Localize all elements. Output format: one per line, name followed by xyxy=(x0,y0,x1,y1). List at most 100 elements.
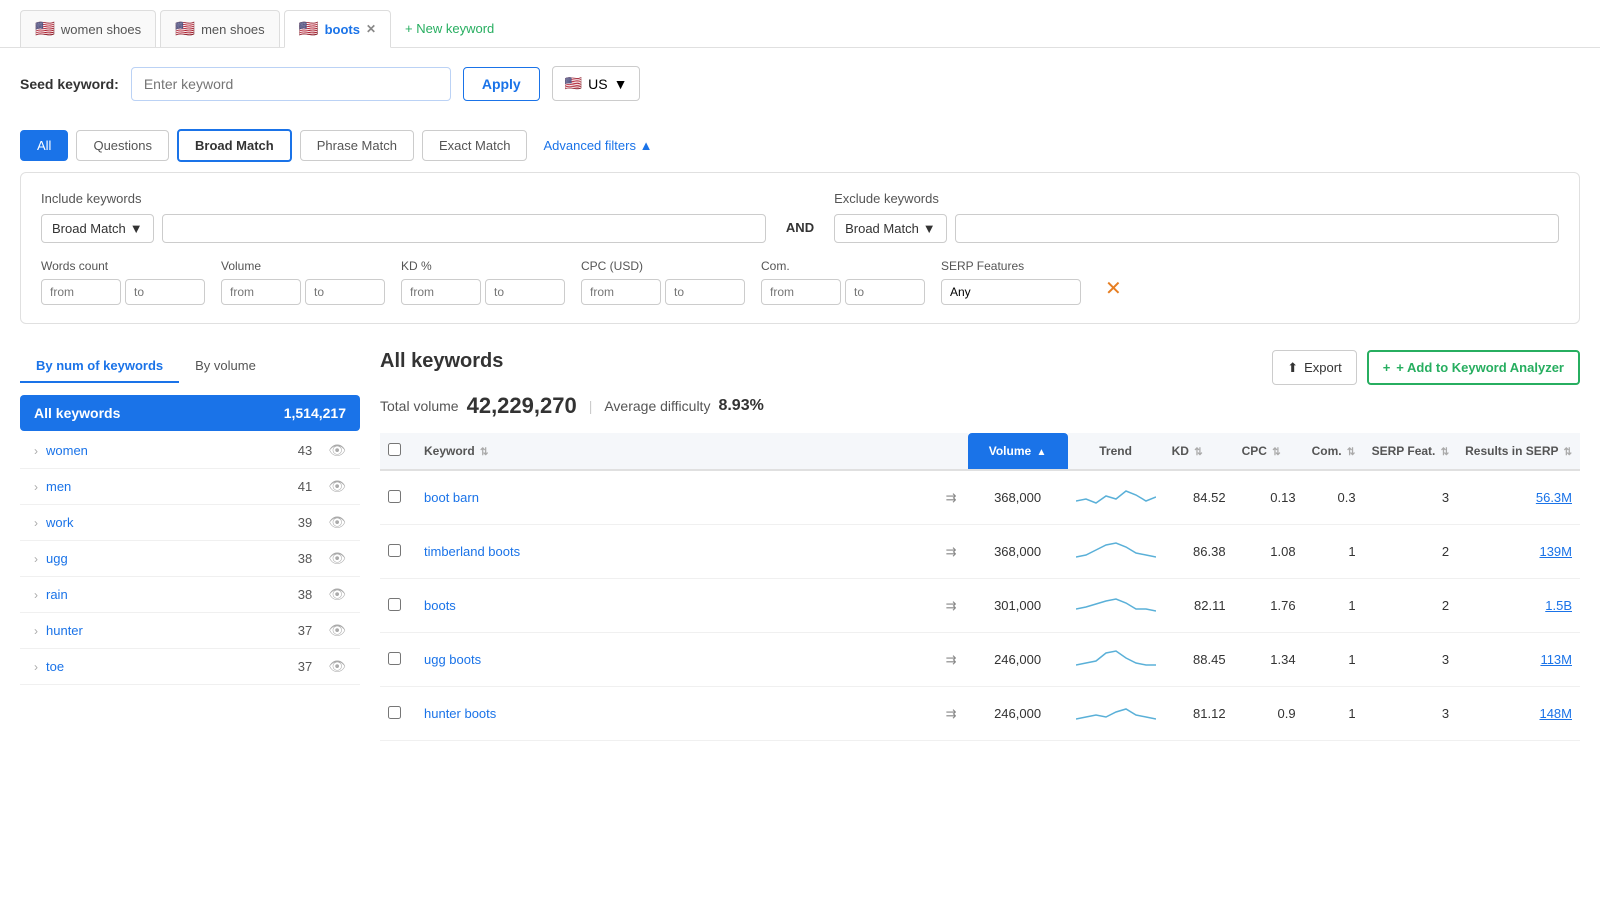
com-filter: Com. xyxy=(761,259,925,305)
keyword-link[interactable]: ugg boots xyxy=(424,652,481,667)
serp-features-icon[interactable]: ⇉ xyxy=(946,706,957,721)
words-count-from[interactable] xyxy=(41,279,121,305)
th-kd[interactable]: KD ⇅ xyxy=(1164,433,1234,470)
tab-men-shoes[interactable]: 🇺🇸 men shoes xyxy=(160,10,280,47)
seed-keyword-input[interactable] xyxy=(131,67,451,101)
filter-phrase-match[interactable]: Phrase Match xyxy=(300,130,414,161)
sidebar-item-ugg[interactable]: › ugg 38 👁 xyxy=(20,541,360,577)
eye-icon[interactable]: 👁 xyxy=(328,586,346,603)
th-results[interactable]: Results in SERP ⇅ xyxy=(1457,433,1580,470)
row-checkbox[interactable] xyxy=(388,598,401,611)
cpc-to[interactable] xyxy=(665,279,745,305)
filter-exact-match[interactable]: Exact Match xyxy=(422,130,528,161)
seed-keyword-label: Seed keyword: xyxy=(20,76,119,92)
th-keyword[interactable]: Keyword ⇅ xyxy=(416,433,938,470)
sidebar-item-toe[interactable]: › toe 37 👁 xyxy=(20,649,360,685)
country-flag-icon: 🇺🇸 xyxy=(565,75,582,92)
apply-button[interactable]: Apply xyxy=(463,67,540,101)
eye-icon[interactable]: 👁 xyxy=(328,550,346,567)
tab-women-shoes[interactable]: 🇺🇸 women shoes xyxy=(20,10,156,47)
th-com[interactable]: Com. ⇅ xyxy=(1304,433,1364,470)
include-keywords-input[interactable] xyxy=(162,214,766,243)
results-link[interactable]: 1.5B xyxy=(1545,598,1572,613)
com-to[interactable] xyxy=(845,279,925,305)
results-link[interactable]: 139M xyxy=(1539,544,1572,559)
sidebar-tab-num-keywords[interactable]: By num of keywords xyxy=(20,350,179,383)
th-com-label: Com. xyxy=(1312,444,1342,458)
chevron-right-icon: › xyxy=(34,516,38,530)
th-volume[interactable]: Volume ▲ xyxy=(968,433,1068,470)
serp-features-icon[interactable]: ⇉ xyxy=(946,490,957,505)
sidebar-item-hunter[interactable]: › hunter 37 👁 xyxy=(20,613,360,649)
eye-icon[interactable]: 👁 xyxy=(328,442,346,459)
th-serp-feat[interactable]: SERP Feat. ⇅ xyxy=(1364,433,1458,470)
sidebar-item-women[interactable]: › women 43 👁 xyxy=(20,433,360,469)
words-count-label: Words count xyxy=(41,259,205,273)
exclude-match-dropdown[interactable]: Broad Match ▼ xyxy=(834,214,947,243)
serp-features-icon[interactable]: ⇉ xyxy=(946,652,957,667)
com-cell: 1 xyxy=(1304,525,1364,579)
th-results-label: Results in SERP xyxy=(1465,444,1558,458)
cpc-from[interactable] xyxy=(581,279,661,305)
trend-cell xyxy=(1068,579,1164,633)
advanced-filters-button[interactable]: Advanced filters ▲ xyxy=(543,138,652,153)
results-link[interactable]: 56.3M xyxy=(1536,490,1572,505)
row-checkbox[interactable] xyxy=(388,706,401,719)
kd-from[interactable] xyxy=(401,279,481,305)
sort-icon-cpc: ⇅ xyxy=(1272,447,1280,458)
kd-to[interactable] xyxy=(485,279,565,305)
eye-icon[interactable]: 👁 xyxy=(328,478,346,495)
close-tab-icon[interactable]: ✕ xyxy=(366,22,376,36)
sidebar-all-keywords[interactable]: All keywords 1,514,217 xyxy=(20,395,360,431)
add-to-keyword-analyzer-button[interactable]: + + Add to Keyword Analyzer xyxy=(1367,350,1580,385)
keyword-link[interactable]: boots xyxy=(424,598,456,613)
filter-all[interactable]: All xyxy=(20,130,68,161)
eye-icon[interactable]: 👁 xyxy=(328,622,346,639)
results-link[interactable]: 113M xyxy=(1540,652,1572,667)
th-cpc[interactable]: CPC ⇅ xyxy=(1234,433,1304,470)
th-trend[interactable]: Trend xyxy=(1068,433,1164,470)
sidebar-item-work[interactable]: › work 39 👁 xyxy=(20,505,360,541)
include-match-dropdown[interactable]: Broad Match ▼ xyxy=(41,214,154,243)
keyword-link[interactable]: boot barn xyxy=(424,490,479,505)
serp-features-select[interactable]: Any xyxy=(941,279,1081,305)
row-checkbox[interactable] xyxy=(388,490,401,503)
keyword-link[interactable]: timberland boots xyxy=(424,544,520,559)
row-checkbox[interactable] xyxy=(388,652,401,665)
words-count-to[interactable] xyxy=(125,279,205,305)
clear-filters-button[interactable]: ✕ xyxy=(1105,276,1122,305)
volume-filter: Volume xyxy=(221,259,385,305)
volume-cell: 368,000 xyxy=(968,470,1068,525)
kd-cell: 88.45 xyxy=(1164,633,1234,687)
filter-broad-match[interactable]: Broad Match xyxy=(177,129,292,162)
com-from[interactable] xyxy=(761,279,841,305)
words-count-filter: Words count xyxy=(41,259,205,305)
results-link[interactable]: 148M xyxy=(1539,706,1572,721)
select-all-checkbox[interactable] xyxy=(388,443,401,456)
keyword-link[interactable]: hunter boots xyxy=(424,706,496,721)
export-label: Export xyxy=(1304,360,1342,375)
keyword-cell: boots xyxy=(416,579,938,633)
sidebar-item-men[interactable]: › men 41 👁 xyxy=(20,469,360,505)
volume-to[interactable] xyxy=(305,279,385,305)
sort-icon-results: ⇅ xyxy=(1564,447,1572,458)
sidebar-item-women-count: 43 xyxy=(298,443,312,458)
filter-questions[interactable]: Questions xyxy=(76,130,169,161)
volume-from[interactable] xyxy=(221,279,301,305)
avg-diff-label: Average difficulty xyxy=(604,398,710,414)
eye-icon[interactable]: 👁 xyxy=(328,514,346,531)
export-button[interactable]: ⬆ Export xyxy=(1272,350,1356,385)
country-selector[interactable]: 🇺🇸 US ▼ xyxy=(552,66,641,101)
serp-feat-cell: 3 xyxy=(1364,470,1458,525)
eye-icon[interactable]: 👁 xyxy=(328,658,346,675)
sidebar-item-rain[interactable]: › rain 38 👁 xyxy=(20,577,360,613)
sidebar-tab-volume[interactable]: By volume xyxy=(179,350,272,383)
serp-features-icon[interactable]: ⇉ xyxy=(946,598,957,613)
serp-features-icon[interactable]: ⇉ xyxy=(946,544,957,559)
exclude-keywords-input[interactable] xyxy=(955,214,1559,243)
tab-boots[interactable]: 🇺🇸 boots ✕ xyxy=(284,10,391,48)
new-keyword-button[interactable]: + New keyword xyxy=(395,15,504,42)
row-checkbox[interactable] xyxy=(388,544,401,557)
us-flag-icon: 🇺🇸 xyxy=(175,19,195,39)
sidebar-item-work-count: 39 xyxy=(298,515,312,530)
